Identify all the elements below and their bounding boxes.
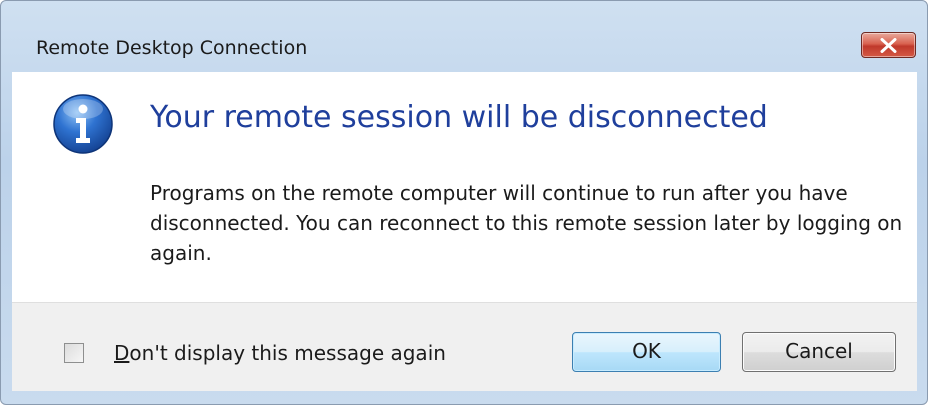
close-icon [880,38,897,53]
close-button[interactable] [861,32,916,58]
cancel-button[interactable]: Cancel [742,332,896,372]
dont-display-checkbox[interactable] [64,343,84,363]
window-title: Remote Desktop Connection [36,37,308,59]
message-area: Your remote session will be disconnected… [12,72,917,302]
dont-display-checkbox-label[interactable]: Don't display this message again [114,341,446,365]
checkbox-label-text: on't display this message again [129,341,446,365]
info-icon [53,94,113,154]
ok-button[interactable]: OK [572,332,721,372]
title-bar[interactable]: Remote Desktop Connection [1,1,927,71]
checkbox-label-mnemonic: D [114,341,130,365]
message-heading: Your remote session will be disconnected [150,100,768,135]
dialog-footer: Don't display this message again OK Canc… [12,302,917,391]
message-body: Programs on the remote computer will con… [150,181,903,265]
dialog-window: Remote Desktop Connection Your remote se… [0,0,928,405]
